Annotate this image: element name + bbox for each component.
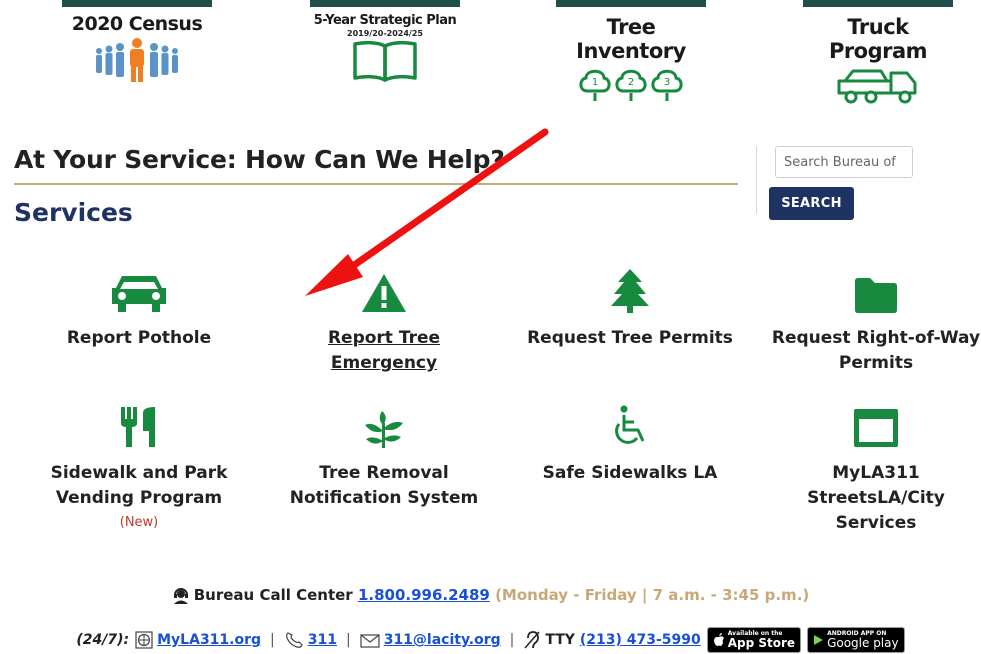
service-label: Safe Sidewalks LA [542, 463, 718, 483]
call-center-line: Bureau Call Center 1.800.996.2489 (Monda… [0, 586, 981, 605]
tree-number: 3 [664, 77, 670, 88]
leaf-branch-icon [365, 411, 403, 448]
tree-number: 1 [592, 77, 598, 88]
hearing-icon [524, 631, 540, 649]
book-icon [353, 40, 417, 82]
separator: | [509, 632, 515, 648]
tty-label: TTY [545, 632, 575, 648]
wheelchair-icon [615, 405, 645, 444]
service-request-row-permits[interactable]: Request Right-of-Way Permits [756, 270, 981, 376]
banner-bar [803, 0, 953, 7]
banner-bar [556, 0, 706, 7]
separator: | [345, 632, 351, 648]
service-label: Request Tree Permits [527, 328, 733, 348]
service-link[interactable]: Report Tree Emergency [309, 326, 459, 376]
headset-icon [173, 587, 188, 604]
search-input[interactable] [775, 146, 913, 178]
call-center-label: Bureau Call Center [193, 586, 353, 604]
banner-bar [310, 0, 460, 7]
phone-311-link[interactable]: 311 [308, 632, 337, 648]
services-heading: Services [14, 198, 133, 227]
new-badge: (New) [119, 515, 159, 530]
strategic-plan-banner[interactable]: 5-Year Strategic Plan 2019/20-2024/25 [310, 0, 460, 95]
service-label: MyLA311 StreetsLA/City Services [807, 463, 945, 533]
store-big-text: App Store [727, 636, 796, 650]
census-people-icon [96, 38, 178, 82]
service-label: Tree Removal Notification System [289, 463, 479, 508]
google-play-badge[interactable]: ANDROID APP ON Google play [807, 627, 905, 653]
service-label: Request Right-of-Way Permits [771, 328, 981, 373]
app-store-badge[interactable]: Available on the App Store [706, 627, 802, 653]
search-button[interactable]: SEARCH [769, 187, 854, 220]
heading-divider [14, 183, 738, 185]
truck-program-banner[interactable]: Truck Program [803, 0, 953, 104]
separator: | [270, 632, 275, 648]
banner-title: 5-Year Strategic Plan [313, 13, 457, 28]
banner-title: Truck Program [828, 15, 928, 63]
tree-number: 2 [628, 77, 634, 88]
census-banner[interactable]: 2020 Census [62, 0, 212, 95]
banner-subtitle: 2019/20-2024/25 [347, 29, 423, 38]
car-icon [112, 276, 166, 312]
store-big-text: Google play [827, 636, 899, 650]
apple-icon [713, 633, 724, 646]
call-center-phone-link[interactable]: 1.800.996.2489 [358, 586, 490, 604]
trees-numbered-icon: 1 2 3 [579, 69, 683, 101]
play-icon [814, 635, 824, 645]
sidebar-divider [756, 146, 757, 214]
service-safe-sidewalks[interactable]: Safe Sidewalks LA [510, 405, 750, 486]
availability-label: (24/7): [76, 632, 130, 648]
contact-line: (24/7): MyLA311.org | 311 | 311@lacity.o… [0, 626, 981, 654]
service-vending-program[interactable]: Sidewalk and Park Vending Program (New) [19, 405, 259, 530]
globe-icon [135, 631, 153, 649]
website-link[interactable]: MyLA311.org [157, 632, 261, 648]
email-link[interactable]: 311@lacity.org [384, 632, 501, 648]
service-label: Sidewalk and Park Vending Program [50, 463, 228, 508]
tree-inventory-banner[interactable]: Tree Inventory 1 2 3 [556, 0, 706, 101]
service-request-tree-permits[interactable]: Request Tree Permits [510, 269, 750, 351]
tree-icon [611, 269, 649, 313]
email-icon [360, 634, 380, 648]
banner-title: 2020 Census [71, 13, 203, 35]
service-report-pothole[interactable]: Report Pothole [19, 270, 259, 351]
call-center-hours: (Monday - Friday | 7 a.m. - 3:45 p.m.) [495, 586, 810, 604]
banner-title: Tree Inventory [576, 15, 686, 63]
banner-bar [62, 0, 212, 7]
service-myla311[interactable]: MyLA311 StreetsLA/City Services [756, 405, 981, 536]
folder-icon [855, 278, 897, 313]
warning-icon [362, 274, 406, 312]
utensils-icon [121, 407, 155, 447]
service-label: Report Pothole [66, 328, 212, 348]
tty-phone-link[interactable]: (213) 473-5990 [580, 632, 701, 648]
truck-icon [837, 69, 917, 104]
phone-icon [285, 632, 303, 648]
window-icon [854, 409, 898, 447]
help-heading: At Your Service: How Can We Help? [14, 145, 505, 174]
service-report-tree-emergency[interactable]: Report Tree Emergency [264, 270, 504, 376]
service-tree-removal-notification[interactable]: Tree Removal Notification System [264, 405, 504, 511]
